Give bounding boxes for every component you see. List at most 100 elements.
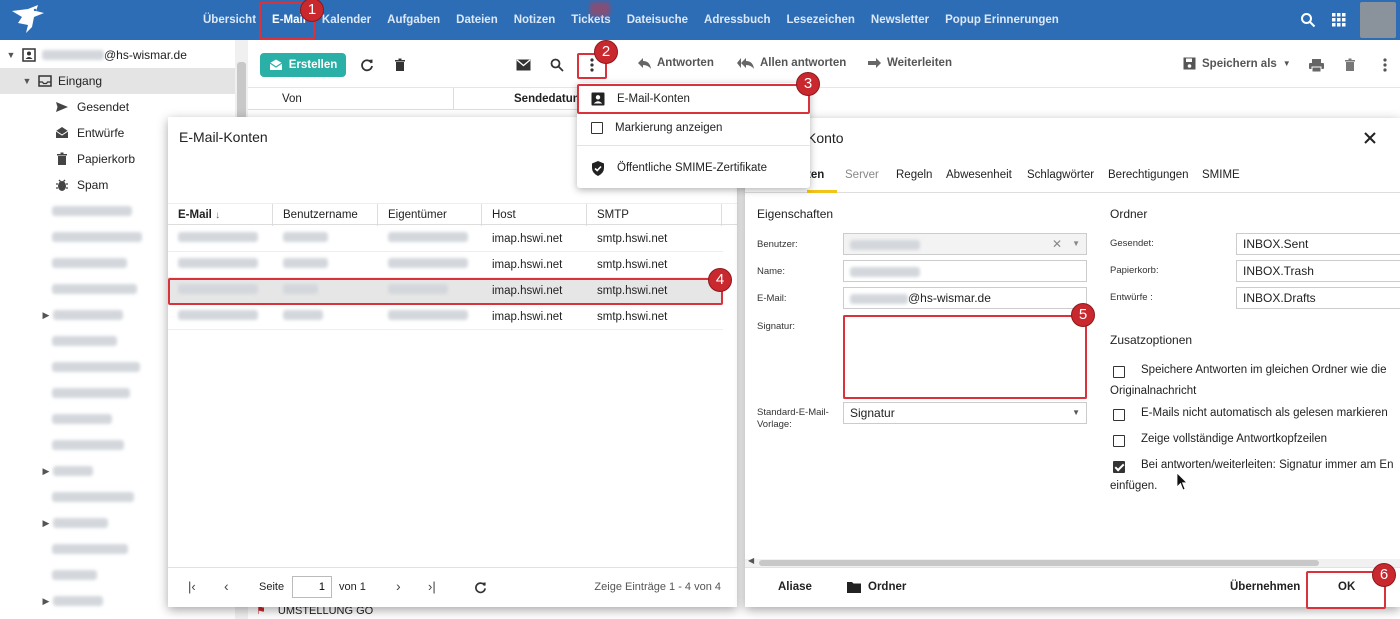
close-icon[interactable] (1364, 132, 1376, 144)
refresh-icon[interactable] (474, 581, 487, 594)
main-nav: Übersicht E-Mail Kalender Aufgaben Datei… (195, 0, 1067, 40)
search-icon[interactable] (1300, 12, 1316, 28)
column-host[interactable]: Host (482, 204, 587, 226)
column-owner[interactable]: Eigentümer (378, 204, 482, 226)
chevron-down-icon[interactable]: ▼ (20, 76, 34, 86)
smtp-cell: smtp.hswi.net (597, 233, 668, 245)
template-label: Standard-E-Mail-Vorlage: (757, 407, 829, 430)
nav-address-book[interactable]: Adressbuch (696, 0, 778, 40)
tab-smime[interactable]: SMIME (1202, 163, 1240, 193)
option-checkbox-full-headers[interactable] (1113, 435, 1125, 447)
account-row[interactable]: ▼ @hs-wismar.de (0, 42, 235, 68)
print-icon[interactable] (1307, 56, 1325, 74)
column-email[interactable]: E-Mail ↓ (168, 204, 273, 226)
account-row[interactable]: imap.hswi.net smtp.hswi.net (168, 226, 723, 252)
horizontal-scrollbar[interactable]: ◀ (745, 556, 1400, 567)
menu-item-label: Markierung anzeigen (615, 122, 723, 134)
chevron-down-icon[interactable]: ▼ (4, 50, 18, 60)
apply-button[interactable]: Übernehmen (1230, 581, 1300, 593)
sidebar-item-label: Papierkorb (77, 152, 136, 166)
create-button-label: Erstellen (288, 59, 338, 71)
folder-button[interactable]: Ordner (868, 581, 906, 593)
more-vertical-icon[interactable] (1376, 56, 1394, 74)
reply-all-label: Allen antworten (760, 57, 847, 69)
create-button[interactable]: Erstellen (260, 53, 346, 77)
app-logo-bird-icon[interactable] (8, 3, 48, 37)
drafts-folder-field[interactable]: INBOX.Drafts (1236, 287, 1400, 309)
delete-trash-icon[interactable] (391, 56, 409, 74)
user-avatar[interactable] (1360, 2, 1396, 38)
column-from[interactable]: Von (282, 93, 302, 105)
nav-files[interactable]: Dateien (448, 0, 506, 40)
annotation-badge-6: 6 (1372, 563, 1396, 587)
reply-button[interactable]: Antworten (638, 57, 714, 69)
reply-all-button[interactable]: Allen antworten (737, 57, 846, 69)
menu-item-show-flag[interactable]: Markierung anzeigen (577, 113, 810, 143)
nav-overview[interactable]: Übersicht (195, 0, 264, 40)
nav-popup-reminders[interactable]: Popup Erinnerungen (937, 0, 1067, 40)
accounts-grid-header: E-Mail ↓ Benutzername Eigentümer Host SM… (168, 203, 737, 226)
send-icon (56, 102, 68, 112)
account-name-redacted (42, 50, 104, 60)
sent-folder-field[interactable]: INBOX.Sent (1236, 233, 1400, 255)
user-select[interactable]: ✕ ▼ (843, 233, 1087, 255)
nav-bookmarks[interactable]: Lesezeichen (779, 0, 863, 40)
caret-down-icon[interactable]: ▼ (1072, 234, 1080, 254)
top-navigation-bar: Übersicht E-Mail Kalender Aufgaben Datei… (0, 0, 1400, 40)
refresh-icon[interactable] (358, 56, 376, 74)
email-field[interactable]: @hs-wismar.de (843, 287, 1087, 309)
option-checkbox-signature-end[interactable] (1113, 461, 1125, 473)
annotation-badge-4: 4 (708, 268, 732, 292)
option-label-cont: einfügen. (1110, 480, 1158, 492)
chevron-right-icon[interactable]: ▶ (39, 596, 53, 607)
trash-folder-field[interactable]: INBOX.Trash (1236, 260, 1400, 282)
chevron-right-icon[interactable]: ▶ (39, 310, 53, 321)
forward-button[interactable]: Weiterleiten (868, 57, 952, 69)
nav-newsletter[interactable]: Newsletter (863, 0, 937, 40)
aliases-button[interactable]: Aliase (778, 581, 812, 593)
user-label: Benutzer: (757, 239, 798, 250)
tab-tags[interactable]: Schlagwörter (1027, 163, 1094, 193)
column-sent-date[interactable]: Sendedatum (514, 93, 583, 105)
tab-absence[interactable]: Abwesenheit (946, 163, 1012, 193)
first-page-icon[interactable]: |‹ (188, 579, 196, 594)
nav-file-search[interactable]: Dateisuche (619, 0, 696, 40)
sidebar-item-inbox[interactable]: ▼ Eingang (0, 68, 235, 94)
apps-grid-icon[interactable] (1332, 13, 1346, 27)
prev-page-icon[interactable]: ‹ (224, 578, 229, 594)
account-row[interactable]: imap.hswi.net smtp.hswi.net (168, 304, 723, 330)
topbar-right (1300, 0, 1400, 40)
nav-tasks[interactable]: Aufgaben (379, 0, 448, 40)
folder-icon (847, 582, 861, 593)
chevron-right-icon[interactable]: ▶ (39, 466, 53, 477)
annotation-badge-5: 5 (1071, 303, 1095, 327)
page-number-input[interactable] (292, 576, 332, 598)
tab-rules[interactable]: Regeln (896, 163, 932, 193)
last-page-icon[interactable]: ›| (428, 579, 436, 594)
column-smtp[interactable]: SMTP (587, 204, 722, 226)
tab-permissions[interactable]: Berechtigungen (1108, 163, 1189, 193)
option-checkbox-no-auto-read[interactable] (1113, 409, 1125, 421)
dialog-title: E-Mail-Konten (179, 129, 268, 145)
menu-item-smime-certs[interactable]: Öffentliche SMIME-Zertifikate (577, 153, 810, 183)
account-row[interactable]: imap.hswi.net smtp.hswi.net (168, 252, 723, 278)
host-cell: imap.hswi.net (492, 233, 563, 245)
template-select[interactable]: Signatur ▼ (843, 402, 1087, 424)
nav-notes[interactable]: Notizen (506, 0, 564, 40)
name-field[interactable] (843, 260, 1087, 282)
column-username[interactable]: Benutzername (273, 204, 378, 226)
option-checkbox-same-folder[interactable] (1113, 366, 1125, 378)
forward-icon (868, 57, 881, 68)
extra-options-heading: Zusatzoptionen (1110, 333, 1193, 347)
clear-icon[interactable]: ✕ (1052, 234, 1062, 254)
tab-server[interactable]: Server (845, 163, 879, 193)
mail-envelope-icon[interactable] (514, 56, 532, 74)
search-icon[interactable] (548, 56, 566, 74)
page-count-label: von 1 (339, 581, 366, 593)
delete-trash-icon[interactable] (1341, 56, 1359, 74)
save-as-dropdown[interactable]: Speichern als ▼ (1183, 57, 1291, 70)
next-page-icon[interactable]: › (396, 578, 401, 594)
nav-calendar[interactable]: Kalender (314, 0, 379, 40)
chevron-right-icon[interactable]: ▶ (39, 518, 53, 529)
tab-accounts[interactable]: ten (807, 163, 837, 193)
